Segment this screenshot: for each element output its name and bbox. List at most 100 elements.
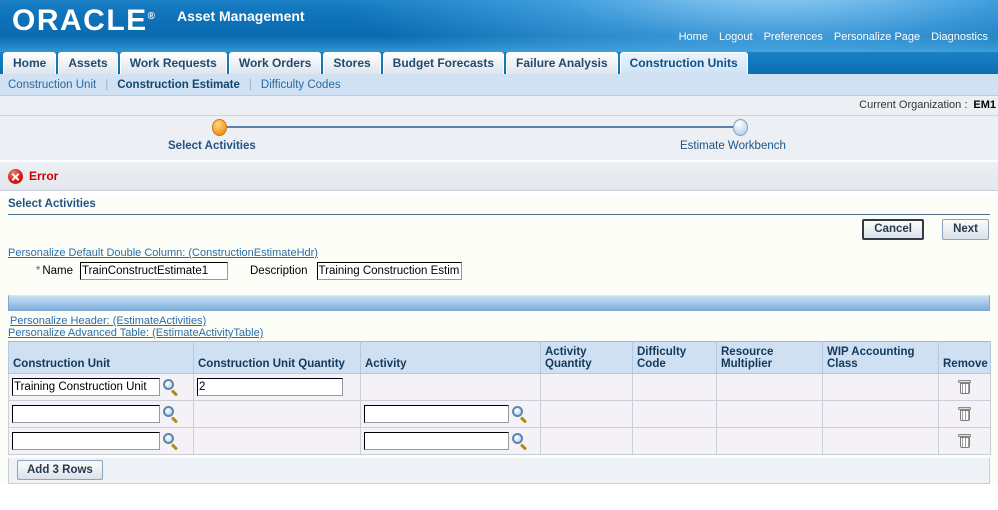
- train-label-estimate-workbench[interactable]: Estimate Workbench: [680, 140, 786, 152]
- name-label: Name: [42, 265, 73, 277]
- cell-activity-quantity: [540, 400, 633, 428]
- column-header-activity[interactable]: Activity: [360, 341, 541, 374]
- subnav-separator-1: |: [105, 79, 109, 91]
- cell-activity: [360, 373, 541, 401]
- cell-construction-unit-quantity: [193, 400, 361, 428]
- current-organization-bar: Current Organization : EM1: [0, 96, 998, 116]
- cell-resource-multiplier: [716, 373, 823, 401]
- table-header-band: [8, 295, 990, 311]
- cell-construction-unit: [8, 427, 194, 455]
- global-link-home[interactable]: Home: [679, 31, 708, 43]
- train-label-select-activities[interactable]: Select Activities: [168, 140, 256, 152]
- personalize-links-group: Personalize Header: (EstimateActivities)…: [0, 315, 998, 339]
- cell-remove: [938, 427, 991, 455]
- top-button-row: Cancel Next: [0, 215, 998, 245]
- search-lov-icon[interactable]: [163, 433, 179, 451]
- estimate-activity-table: Construction Unit Construction Unit Quan…: [8, 341, 991, 455]
- trash-icon[interactable]: [958, 380, 971, 394]
- sub-navigation-bar: Construction Unit | Construction Estimate |…: [0, 74, 998, 96]
- table-header-row: Construction Unit Construction Unit Quan…: [8, 341, 991, 374]
- cell-construction-unit-quantity: [193, 427, 361, 455]
- error-banner: Error: [0, 161, 998, 191]
- table-row: [8, 373, 991, 401]
- train-connector-line: [226, 126, 742, 128]
- cell-difficulty-code: [632, 373, 717, 401]
- construction-unit-field[interactable]: [12, 432, 160, 450]
- page-title: Select Activities: [8, 198, 990, 215]
- name-label-wrap: * Name: [8, 265, 80, 277]
- header-form-row: *Name Description: [0, 262, 998, 287]
- column-header-wip-accounting-class[interactable]: WIP Accounting Class: [822, 341, 939, 374]
- column-header-remove[interactable]: Remove: [938, 341, 991, 374]
- train-node-select-activities[interactable]: [212, 119, 227, 136]
- cell-difficulty-code: [632, 400, 717, 428]
- train-node-estimate-workbench[interactable]: [733, 119, 748, 136]
- app-title: Asset Management: [177, 8, 305, 24]
- tab-home[interactable]: Home: [3, 52, 57, 74]
- activity-field[interactable]: [364, 405, 509, 423]
- global-link-personalize-page[interactable]: Personalize Page: [834, 31, 920, 43]
- table-row: [8, 400, 991, 428]
- global-link-preferences[interactable]: Preferences: [764, 31, 823, 43]
- table-row: [8, 427, 991, 455]
- cell-wip-accounting-class: [822, 373, 939, 401]
- column-header-activity-quantity[interactable]: Activity Quantity: [540, 341, 633, 374]
- subnav-difficulty-codes[interactable]: Difficulty Codes: [261, 79, 341, 91]
- cell-activity: [360, 400, 541, 428]
- construction-unit-field[interactable]: [12, 405, 160, 423]
- column-header-resource-multiplier[interactable]: Resource Multiplier: [716, 341, 823, 374]
- global-link-logout[interactable]: Logout: [719, 31, 753, 43]
- global-link-diagnostics[interactable]: Diagnostics: [931, 31, 988, 43]
- cell-construction-unit: [8, 400, 194, 428]
- main-tab-bar: Home Assets Work Requests Work Orders Stores…: [0, 52, 998, 74]
- page-content: Select Activities Cancel Next Personaliz…: [0, 198, 998, 484]
- personalize-default-double-column-link[interactable]: Personalize Default Double Column: (Cons…: [8, 247, 998, 259]
- oracle-logo: ORACLE®: [12, 1, 155, 37]
- name-field[interactable]: [80, 262, 228, 280]
- column-header-construction-unit[interactable]: Construction Unit: [8, 341, 194, 374]
- trash-icon[interactable]: [958, 434, 971, 448]
- tab-work-orders[interactable]: Work Orders: [228, 52, 322, 74]
- add-rows-footer: Add 3 Rows: [8, 458, 990, 484]
- construction-unit-field[interactable]: [12, 378, 160, 396]
- current-organization-label: Current Organization :: [859, 99, 968, 111]
- cell-resource-multiplier: [716, 427, 823, 455]
- subnav-construction-unit[interactable]: Construction Unit: [8, 79, 96, 91]
- cell-activity-quantity: [540, 427, 633, 455]
- tab-failure-analysis[interactable]: Failure Analysis: [506, 52, 618, 74]
- tab-stores[interactable]: Stores: [323, 52, 381, 74]
- next-button[interactable]: Next: [942, 219, 989, 240]
- description-field[interactable]: [316, 262, 462, 280]
- error-icon: [8, 169, 23, 184]
- tab-work-requests[interactable]: Work Requests: [119, 52, 227, 74]
- search-lov-icon[interactable]: [163, 406, 179, 424]
- cell-activity: [360, 427, 541, 455]
- cell-construction-unit: [8, 373, 194, 401]
- activity-field[interactable]: [364, 432, 509, 450]
- cell-remove: [938, 373, 991, 401]
- search-lov-icon[interactable]: [163, 379, 179, 397]
- personalize-header-link[interactable]: Personalize Header: (EstimateActivities): [10, 315, 998, 327]
- cell-remove: [938, 400, 991, 428]
- cancel-button[interactable]: Cancel: [862, 219, 924, 240]
- construction-unit-quantity-field[interactable]: [197, 378, 343, 396]
- required-indicator: *: [35, 265, 41, 277]
- trash-icon[interactable]: [958, 407, 971, 421]
- tab-budget-forecasts[interactable]: Budget Forecasts: [382, 52, 505, 74]
- column-header-difficulty-code[interactable]: Difficulty Code: [632, 341, 717, 374]
- brand-header: ORACLE® Asset Management Home Logout Prefe…: [0, 0, 998, 52]
- search-lov-icon[interactable]: [512, 433, 528, 451]
- cell-resource-multiplier: [716, 400, 823, 428]
- search-lov-icon[interactable]: [512, 406, 528, 424]
- tab-construction-units[interactable]: Construction Units: [619, 52, 748, 74]
- personalize-advanced-table-link[interactable]: Personalize Advanced Table: (EstimateAct…: [8, 327, 998, 339]
- cell-wip-accounting-class: [822, 427, 939, 455]
- description-label: Description: [250, 265, 308, 277]
- tab-assets[interactable]: Assets: [58, 52, 118, 74]
- column-header-construction-unit-quantity[interactable]: Construction Unit Quantity: [193, 341, 361, 374]
- current-organization: Current Organization : EM1: [859, 99, 996, 111]
- subnav-construction-estimate[interactable]: Construction Estimate: [117, 79, 240, 91]
- cell-wip-accounting-class: [822, 400, 939, 428]
- add-rows-button[interactable]: Add 3 Rows: [17, 460, 103, 480]
- registered-mark: ®: [147, 11, 156, 22]
